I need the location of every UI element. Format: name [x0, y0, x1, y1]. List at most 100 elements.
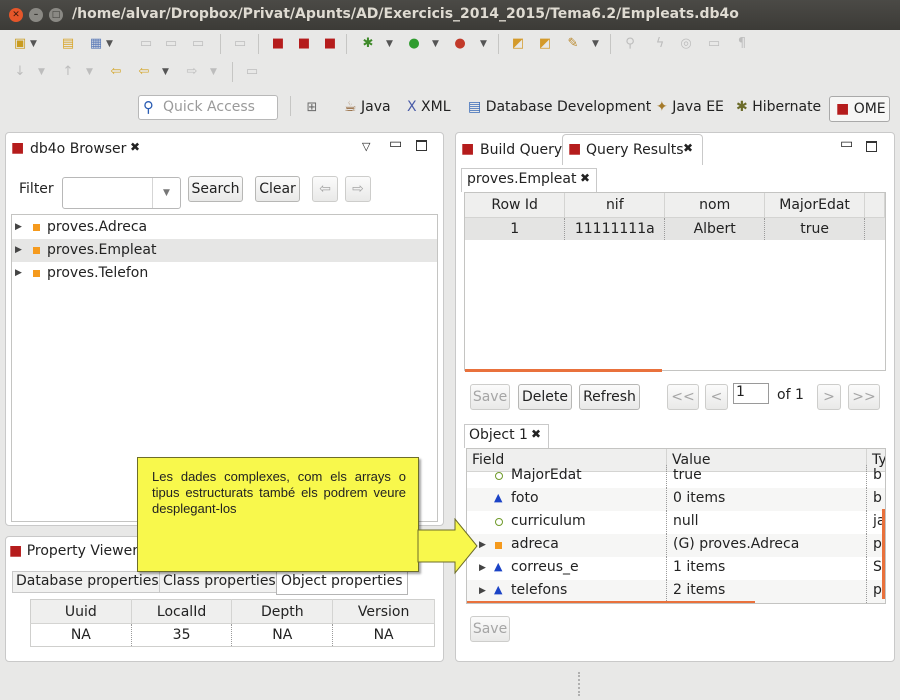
table-row[interactable]: NA 35 NA NA [30, 623, 435, 647]
column-header[interactable]: Depth [231, 599, 334, 624]
page-number-input[interactable]: 1 [733, 383, 769, 404]
open-project-icon[interactable]: ◩ [537, 36, 553, 52]
external-tools-icon[interactable]: ● [452, 36, 468, 52]
chevron-down-icon[interactable]: ▼ [432, 36, 440, 52]
minimize-icon[interactable]: ▭ [389, 136, 402, 152]
db4o-query-icon[interactable]: ■ [296, 36, 312, 52]
tab-object[interactable]: Object 1 ✖ [464, 424, 549, 448]
horizontal-scrollbar[interactable] [467, 601, 755, 603]
close-icon[interactable]: ✖ [531, 427, 541, 441]
quick-access-input[interactable]: ⚲ Quick Access [138, 95, 278, 120]
chevron-down-icon[interactable]: ▼ [152, 178, 180, 208]
field-object-icon [495, 542, 502, 549]
perspective-database-development[interactable]: ▤ Database Development [468, 99, 651, 115]
open-perspective-icon[interactable]: ⊞ [304, 100, 320, 116]
chevron-down-icon[interactable]: ▼ [592, 36, 600, 52]
db4o-connect-icon[interactable]: ■ [270, 36, 286, 52]
close-window-button[interactable]: ✕ [9, 8, 23, 22]
tab-query-results[interactable]: ■ Query Results ✖ [562, 134, 703, 165]
last-edit-icon[interactable]: ⇦ [108, 64, 124, 80]
expand-arrow-icon[interactable]: ▶ [15, 262, 22, 285]
tree-item[interactable]: ▶ proves.Adreca [12, 216, 437, 239]
column-header[interactable]: nif [564, 193, 666, 218]
clear-button[interactable]: Clear [255, 176, 300, 202]
tab-property-viewer[interactable]: ■ Property Viewer [9, 543, 138, 559]
tab-build-query[interactable]: ■ Build Query [456, 137, 563, 165]
search-button[interactable]: Search [188, 176, 243, 202]
chevron-down-icon[interactable]: ▼ [480, 36, 488, 52]
perspective-ome[interactable]: ■ OME [829, 96, 890, 122]
close-icon[interactable]: ✖ [580, 171, 590, 185]
tree-item-label: proves.Telefon [47, 265, 149, 281]
results-table: Row Id nif nom MajorEdat 1 11111111a Alb… [465, 193, 885, 240]
perspective-hibernate[interactable]: ✱ Hibernate [736, 99, 821, 115]
column-header[interactable]: nom [664, 193, 766, 218]
tab-results-class[interactable]: proves.Empleat ✖ [461, 168, 597, 192]
object-field-row[interactable]: curriculum null ja [467, 511, 885, 534]
prev-page-button: < [705, 384, 728, 410]
chevron-down-icon[interactable]: ▼ [386, 36, 394, 52]
delete-button[interactable]: Delete [518, 384, 572, 410]
column-header[interactable]: Uuid [30, 599, 132, 624]
expand-arrow-icon[interactable]: ▶ [15, 216, 22, 239]
cell-nom: Albert [664, 217, 766, 240]
perspective-java[interactable]: ☕ Java [344, 99, 391, 115]
column-header[interactable]: Version [332, 599, 435, 624]
field-value: true [673, 467, 702, 483]
object-field-row[interactable]: ▶ adreca (G) proves.Adreca p [467, 534, 885, 557]
column-header[interactable]: Row Id [465, 193, 566, 218]
open-folder-icon[interactable]: ◩ [510, 36, 526, 52]
field-value: (G) proves.Adreca [673, 536, 800, 552]
object-field-row[interactable]: MajorEdat true b [467, 465, 885, 488]
close-icon[interactable]: ✖ [683, 141, 693, 155]
expand-arrow-icon[interactable]: ▶ [479, 563, 486, 573]
column-header[interactable]: LocalId [131, 599, 233, 624]
last-page-button: >> [848, 384, 880, 410]
minimize-window-button[interactable]: – [29, 8, 43, 22]
tree-item[interactable]: ▶ proves.Telefon [12, 262, 437, 285]
debug-icon[interactable]: ✱ [360, 36, 376, 52]
expand-arrow-icon[interactable]: ▶ [479, 586, 486, 596]
close-icon[interactable]: ✖ [130, 140, 140, 154]
perspective-java-ee[interactable]: ✦ Java EE [656, 99, 724, 115]
status-bar-handle[interactable] [578, 672, 581, 696]
field-type: b [873, 490, 882, 506]
table-row[interactable]: 1 11111111a Albert true [465, 217, 885, 240]
column-header[interactable]: MajorEdat [764, 193, 866, 218]
new-icon[interactable]: ▣ [12, 36, 28, 52]
perspective-xml[interactable]: X XML [407, 99, 451, 115]
subtab-object-properties[interactable]: Object properties [276, 571, 408, 595]
pencil-icon[interactable]: ✎ [565, 36, 581, 52]
expand-arrow-icon[interactable]: ▶ [15, 239, 22, 262]
target-icon: ◎ [680, 36, 692, 51]
field-collection-icon: ▲ [494, 491, 503, 504]
new-class-icon[interactable]: ▦ [88, 36, 104, 52]
maximize-icon[interactable] [866, 141, 877, 152]
back-icon[interactable]: ⇦ [136, 64, 152, 80]
maximize-window-button[interactable]: □ [49, 8, 63, 22]
chevron-down-icon[interactable]: ▼ [162, 64, 170, 80]
results-table-area: Row Id nif nom MajorEdat 1 11111111a Alb… [464, 192, 886, 372]
expand-arrow-icon[interactable]: ▶ [479, 540, 486, 550]
object-field-row[interactable]: ▶ ▲ telefons 2 items p [467, 580, 885, 603]
object-field-row[interactable]: ▲ foto 0 items b [467, 488, 885, 511]
run-icon[interactable]: ● [406, 36, 422, 52]
db4o-close-icon[interactable]: ■ [322, 36, 338, 52]
chevron-down-icon[interactable]: ▼ [30, 36, 38, 52]
horizontal-scrollbar[interactable] [465, 369, 662, 372]
view-menu-icon[interactable]: ▽ [362, 140, 370, 153]
subtab-class-properties[interactable]: Class properties [159, 571, 280, 593]
db4o-icon: ■ [836, 101, 850, 117]
filter-combo[interactable]: ▼ [62, 177, 181, 209]
tree-item[interactable]: ▶ proves.Empleat [12, 239, 437, 262]
subtab-database-properties[interactable]: Database properties [12, 571, 163, 593]
minimize-icon[interactable]: ▭ [840, 136, 853, 152]
tab-db4o-browser[interactable]: ■ db4o Browser ✖ [6, 136, 152, 164]
object-field-row[interactable]: ▶ ▲ correus_e 1 items S [467, 557, 885, 580]
vertical-scrollbar[interactable] [882, 509, 885, 599]
cell-uuid: NA [30, 623, 132, 647]
new-package-icon[interactable]: ▤ [60, 36, 76, 52]
maximize-icon[interactable] [416, 140, 427, 151]
chevron-down-icon[interactable]: ▼ [106, 36, 114, 52]
refresh-button[interactable]: Refresh [579, 384, 640, 410]
